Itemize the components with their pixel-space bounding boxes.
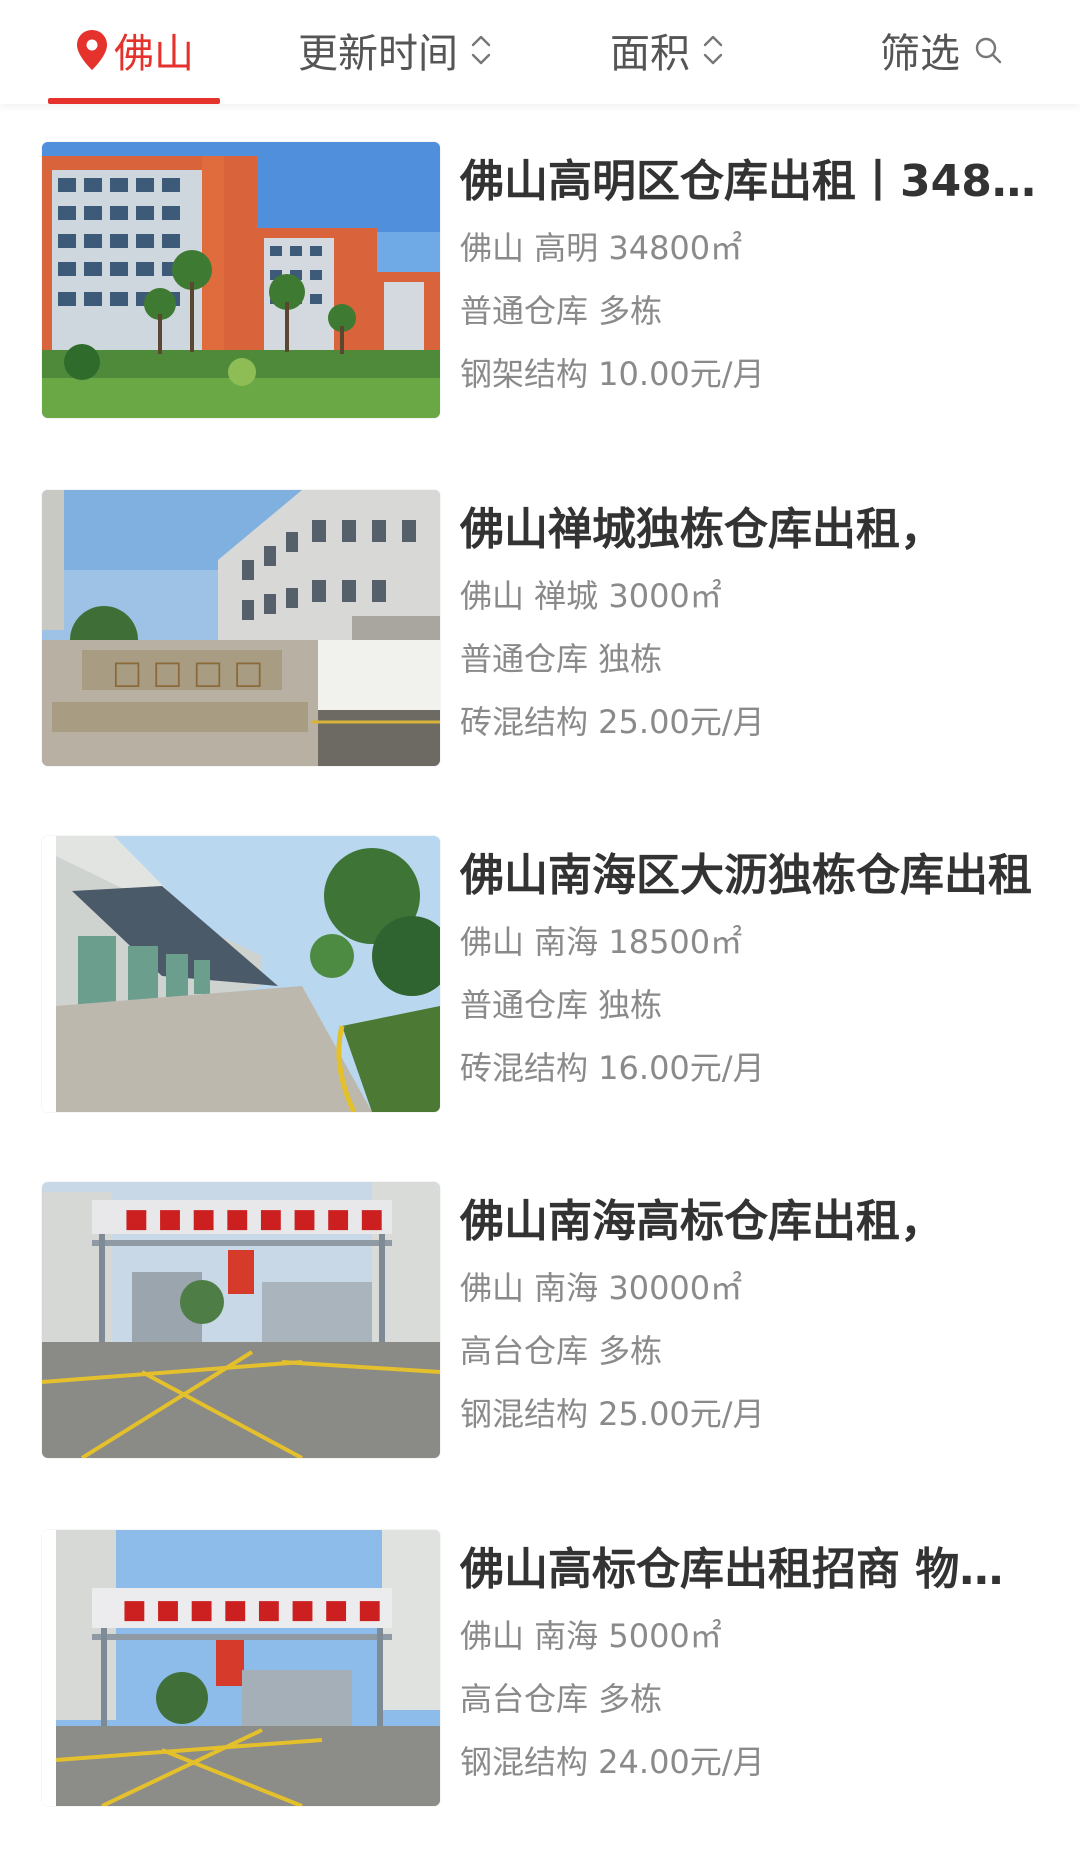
listing-location-area: 佛山 南海 18500㎡ bbox=[460, 923, 743, 961]
listing-item[interactable]: ■ ■ ■ ■ ■ ■ ■ ■ 佛山南海高标仓库出租， 佛山 南海 30000㎡… bbox=[0, 1182, 1080, 1482]
listing-location-area: 佛山 南海 30000㎡ bbox=[460, 1269, 743, 1307]
warehouse-photo: ■ ■ ■ ■ ■ ■ ■ ■ bbox=[42, 1182, 440, 1458]
sort-area-label: 面积 bbox=[610, 31, 690, 77]
warehouse-photo bbox=[42, 836, 440, 1112]
city-label: 佛山 bbox=[114, 31, 194, 77]
search-icon bbox=[975, 37, 1002, 64]
listing-structure-price: 砖混结构 25.00元/月 bbox=[460, 703, 765, 741]
listing-title: 佛山南海区大沥独栋仓库出租 bbox=[460, 850, 1032, 901]
listing-title: 佛山南海高标仓库出租， bbox=[460, 1196, 944, 1247]
listing-type-buildings: 普通仓库 独栋 bbox=[460, 640, 663, 678]
listing-item[interactable]: □ □ □ □ 佛山禅城独栋仓库出租， 佛山 禅城 3000㎡ 普通仓库 独栋 … bbox=[0, 490, 1080, 790]
svg-text:■ ■ ■ ■ ■ ■ ■ ■: ■ ■ ■ ■ ■ ■ ■ ■ bbox=[122, 1595, 382, 1625]
listing-structure-price: 钢混结构 25.00元/月 bbox=[460, 1395, 765, 1433]
filter-button[interactable]: 筛选 bbox=[880, 0, 1004, 100]
city-selector[interactable]: 佛山 bbox=[48, 0, 220, 100]
warehouse-photo: □ □ □ □ bbox=[42, 490, 440, 766]
listing-structure-price: 钢混结构 24.00元/月 bbox=[460, 1743, 765, 1781]
listing-location-area: 佛山 禅城 3000㎡ bbox=[460, 577, 722, 615]
sort-arrows-icon bbox=[471, 35, 491, 65]
warehouse-photo bbox=[42, 142, 440, 418]
listing-type-buildings: 高台仓库 多栋 bbox=[460, 1680, 663, 1718]
svg-text:■ ■ ■ ■ ■ ■ ■ ■: ■ ■ ■ ■ ■ ■ ■ ■ bbox=[124, 1204, 384, 1234]
listing-location-area: 佛山 高明 34800㎡ bbox=[460, 229, 743, 267]
filter-label: 筛选 bbox=[880, 31, 960, 77]
listing-structure-price: 钢架结构 10.00元/月 bbox=[460, 355, 765, 393]
svg-text:□ □ □ □: □ □ □ □ bbox=[112, 653, 263, 691]
sort-area[interactable]: 面积 bbox=[610, 0, 726, 100]
listing-item[interactable]: ■ ■ ■ ■ ■ ■ ■ ■ 佛山高标仓库出租招商 物流园 佛山 南海 500… bbox=[0, 1530, 1080, 1830]
listing-item[interactable]: 佛山高明区仓库出租丨34800平方米 佛山 高明 34800㎡ 普通仓库 多栋 … bbox=[0, 142, 1080, 442]
listing-structure-price: 砖混结构 16.00元/月 bbox=[460, 1049, 765, 1087]
filter-bar: 佛山 更新时间 面积 筛选 bbox=[0, 0, 1080, 104]
sort-update-time[interactable]: 更新时间 bbox=[298, 0, 494, 100]
listing-item[interactable]: 佛山南海区大沥独栋仓库出租 佛山 南海 18500㎡ 普通仓库 独栋 砖混结构 … bbox=[0, 836, 1080, 1136]
listing-title: 佛山高标仓库出租招商 物流园 bbox=[460, 1544, 1040, 1595]
listing-type-buildings: 高台仓库 多栋 bbox=[460, 1332, 663, 1370]
warehouse-photo: ■ ■ ■ ■ ■ ■ ■ ■ bbox=[42, 1530, 440, 1806]
sort-arrows-icon bbox=[703, 35, 723, 65]
listing-location-area: 佛山 南海 5000㎡ bbox=[460, 1617, 722, 1655]
listing-type-buildings: 普通仓库 多栋 bbox=[460, 292, 663, 330]
listing-type-buildings: 普通仓库 独栋 bbox=[460, 986, 663, 1024]
listing-title: 佛山高明区仓库出租丨34800平方米 bbox=[460, 156, 1040, 207]
location-pin-icon bbox=[77, 30, 107, 70]
listing-title: 佛山禅城独栋仓库出租， bbox=[460, 504, 944, 555]
sort-update-time-label: 更新时间 bbox=[298, 31, 458, 77]
active-tab-underline bbox=[48, 98, 220, 104]
